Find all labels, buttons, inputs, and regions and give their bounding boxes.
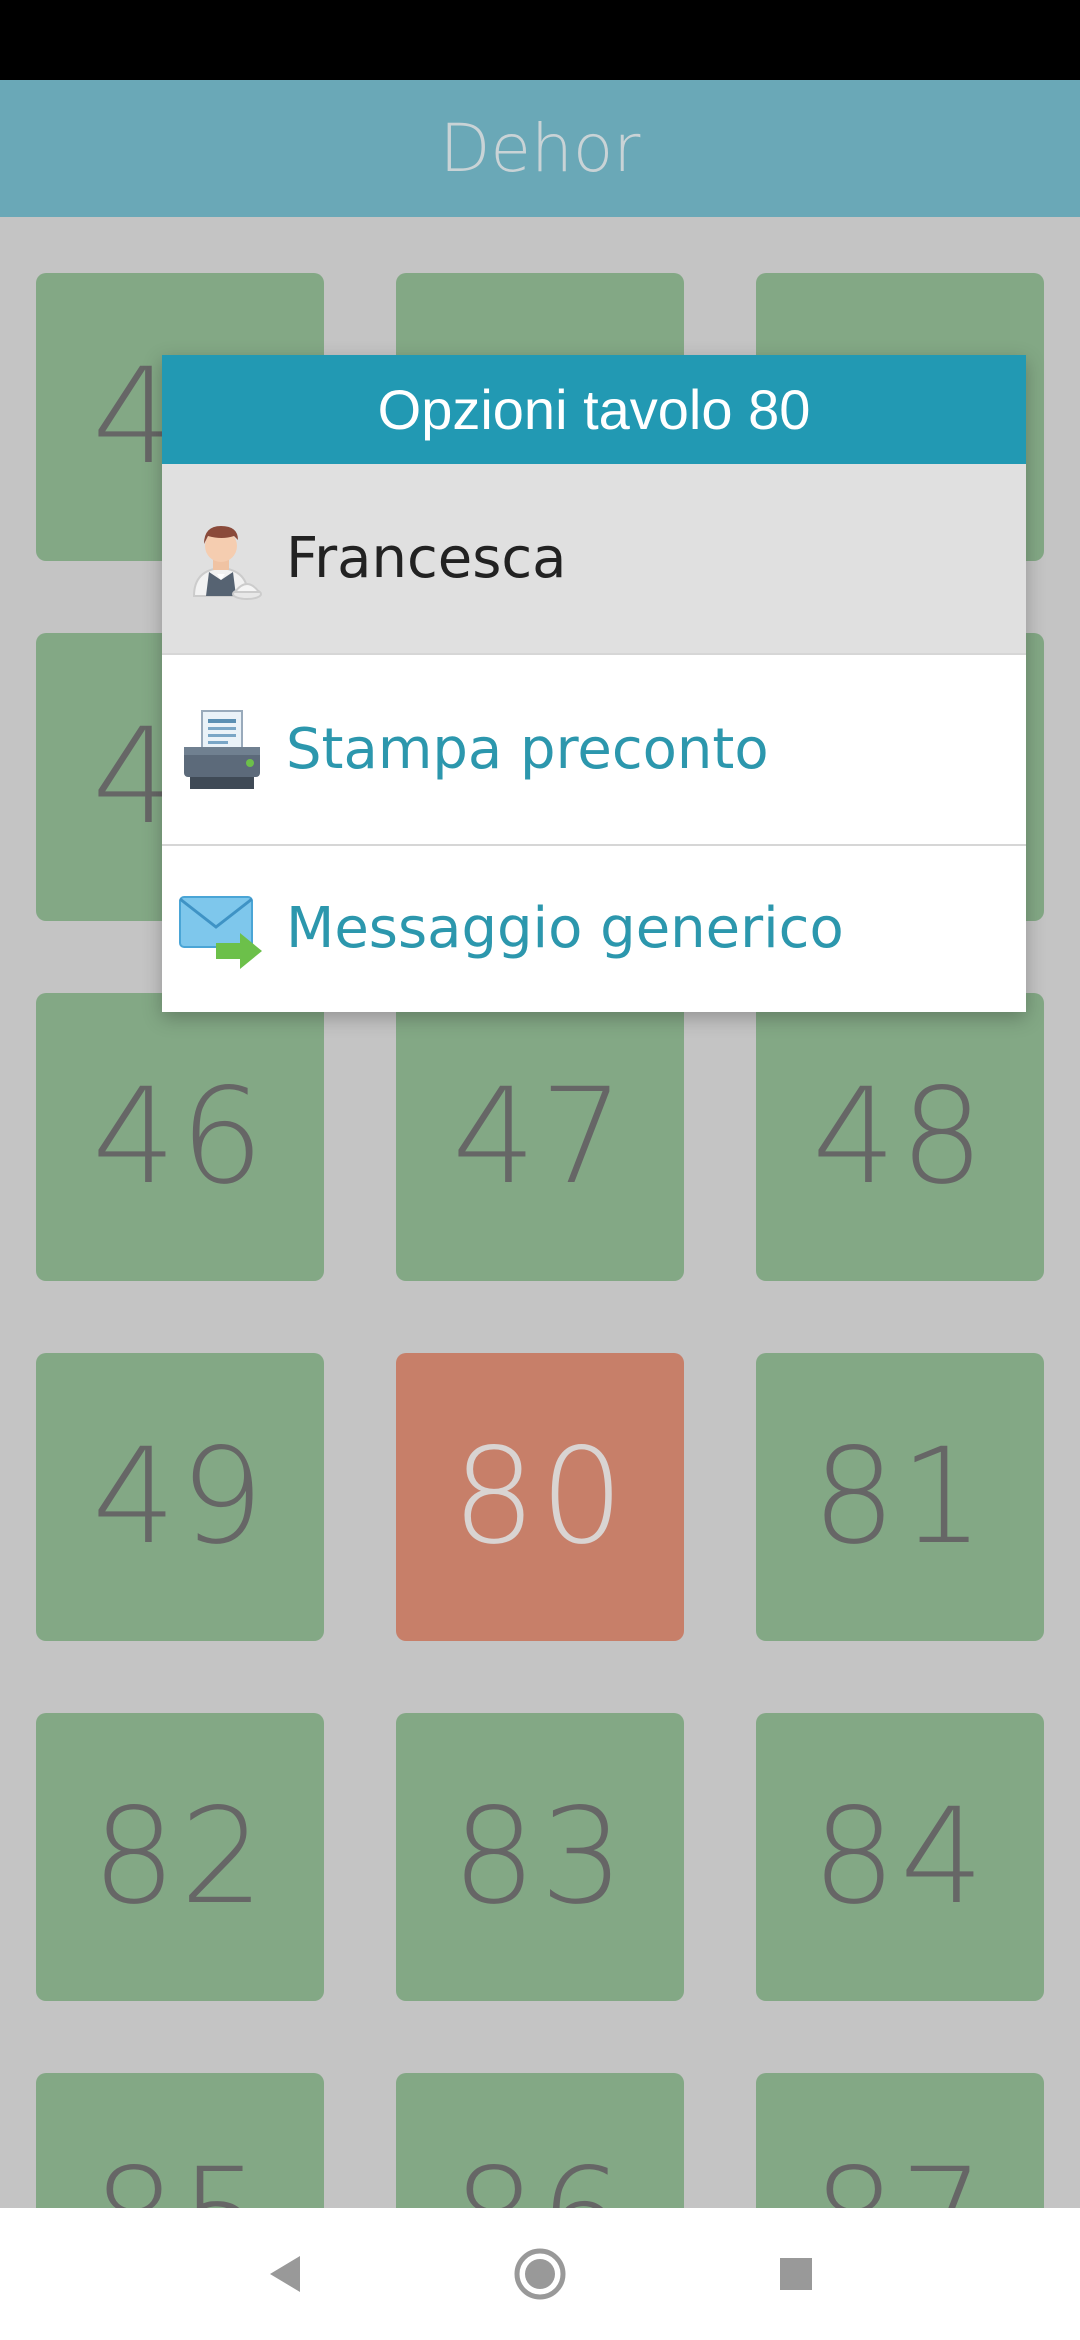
waiter-icon xyxy=(176,514,266,604)
table-tile[interactable]: 47 xyxy=(396,993,684,1281)
system-nav-bar xyxy=(0,2208,1080,2340)
table-tile[interactable]: 84 xyxy=(756,1713,1044,2001)
table-tile[interactable]: 83 xyxy=(396,1713,684,2001)
table-tile[interactable]: 87 xyxy=(756,2073,1044,2208)
table-number: 86 xyxy=(452,2140,628,2208)
dialog-title: Opzioni tavolo 80 xyxy=(377,378,811,441)
option-label: Stampa preconto xyxy=(286,717,769,782)
table-number: 46 xyxy=(92,1060,268,1214)
page-title: Dehor xyxy=(439,110,641,187)
table-tile[interactable]: 86 xyxy=(396,2073,684,2208)
table-tile[interactable]: 49 xyxy=(36,1353,324,1641)
dialog-header: Opzioni tavolo 80 xyxy=(162,355,1026,464)
table-number: 82 xyxy=(92,1780,268,1934)
table-number: 87 xyxy=(812,2140,988,2208)
table-number: 83 xyxy=(452,1780,628,1934)
table-number: 84 xyxy=(812,1780,988,1934)
table-tile[interactable]: 81 xyxy=(756,1353,1044,1641)
table-tile[interactable]: 46 xyxy=(36,993,324,1281)
option-generic-message[interactable]: Messaggio generico xyxy=(162,846,1026,1010)
option-label: Francesca xyxy=(286,526,567,591)
table-tile[interactable]: 85 xyxy=(36,2073,324,2208)
back-icon[interactable] xyxy=(244,2234,324,2314)
table-number: 81 xyxy=(812,1420,988,1574)
table-tile[interactable]: 82 xyxy=(36,1713,324,2001)
status-bar xyxy=(0,0,1080,80)
table-options-dialog: Opzioni tavolo 80 Francesca Stampa preco… xyxy=(162,355,1026,1012)
table-tile-active[interactable]: 80 xyxy=(396,1353,684,1641)
table-number: 80 xyxy=(452,1420,628,1574)
recents-icon[interactable] xyxy=(756,2234,836,2314)
table-tile[interactable]: 48 xyxy=(756,993,1044,1281)
message-send-icon xyxy=(176,883,266,973)
table-number: 49 xyxy=(92,1420,268,1574)
home-icon[interactable] xyxy=(500,2234,580,2314)
table-number: 85 xyxy=(92,2140,268,2208)
option-print-precheck[interactable]: Stampa preconto xyxy=(162,655,1026,846)
table-number: 47 xyxy=(452,1060,628,1214)
app-header: Dehor xyxy=(0,80,1080,217)
printer-icon xyxy=(176,705,266,795)
option-label: Messaggio generico xyxy=(286,895,844,961)
option-waiter[interactable]: Francesca xyxy=(162,464,1026,655)
table-number: 48 xyxy=(812,1060,988,1214)
